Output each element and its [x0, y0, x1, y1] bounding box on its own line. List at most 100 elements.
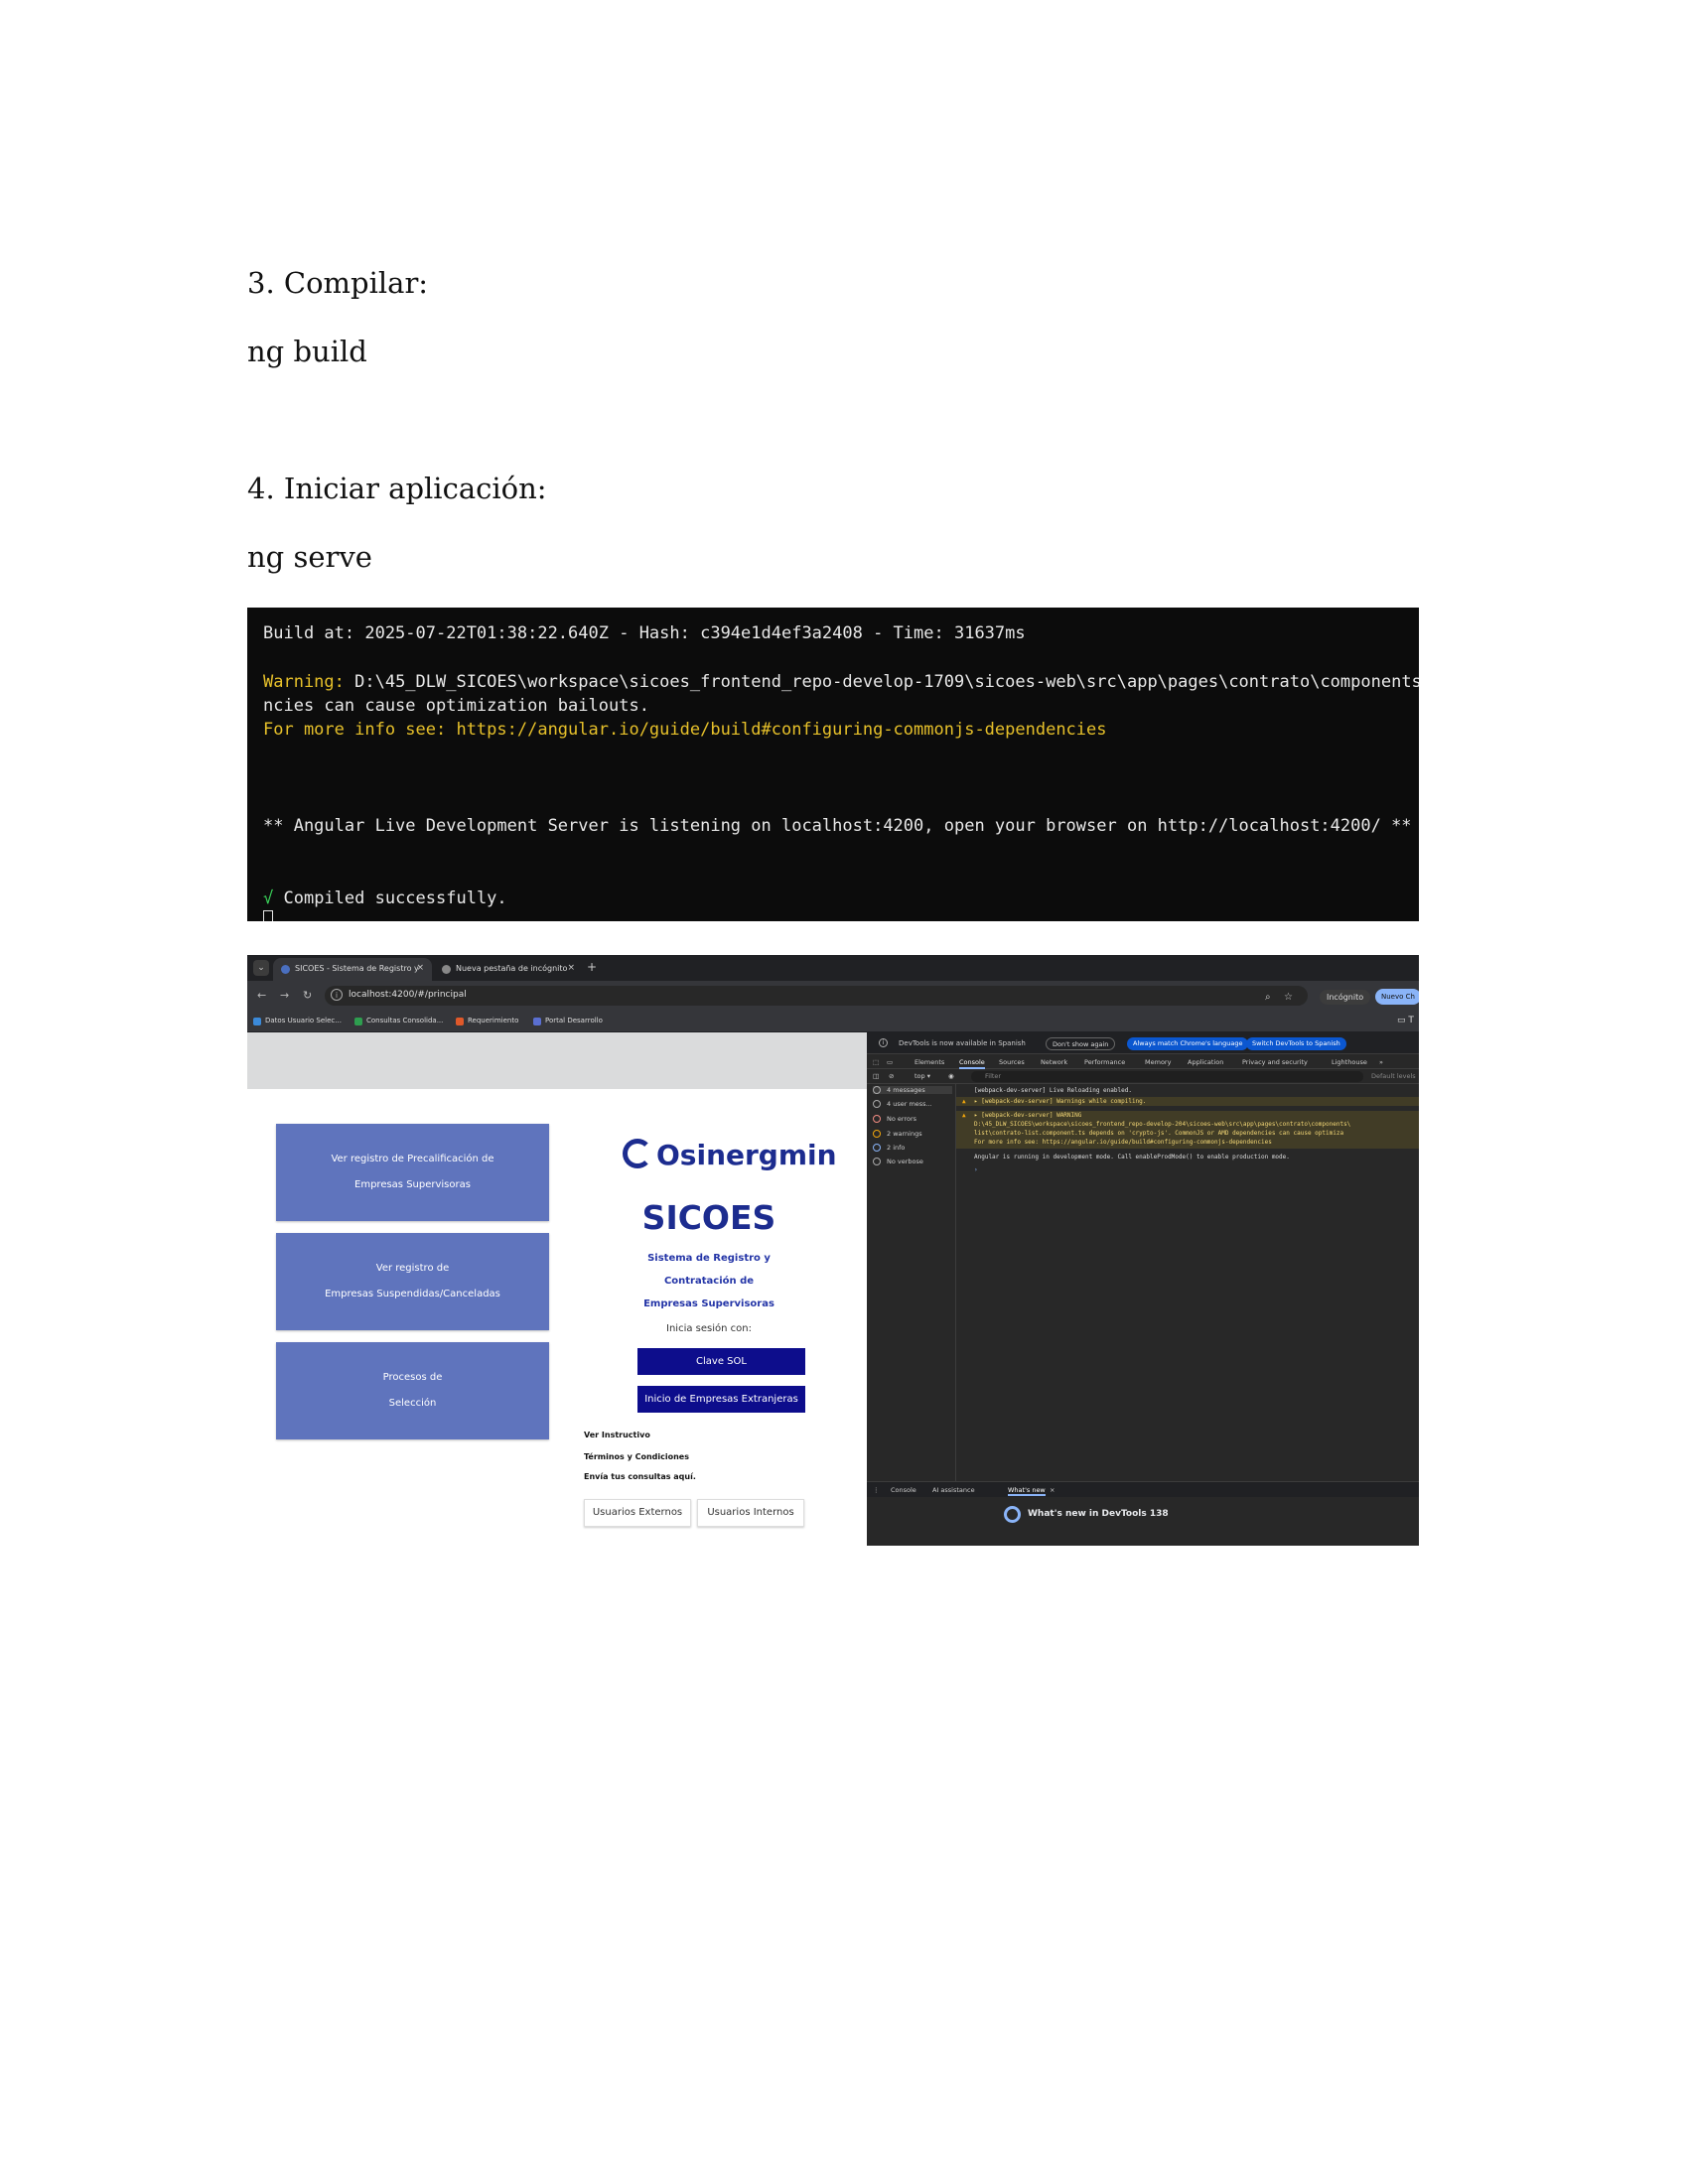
tab-application[interactable]: Application [1188, 1058, 1223, 1066]
card-precalificacion[interactable]: Ver registro de Precalificación de Empre… [276, 1124, 549, 1221]
drawer-tab-console[interactable]: Console [891, 1486, 916, 1494]
star-icon[interactable]: ☆ [1284, 992, 1293, 1003]
console-filter-bar: ◫ ⊘ top ▾ ◉ Filter Default levels [867, 1069, 1419, 1084]
error-icon [873, 1115, 881, 1123]
incognito-badge[interactable]: Incógnito [1320, 990, 1371, 1005]
terms-link[interactable]: Términos y Condiciones [584, 1452, 689, 1461]
warning-label: Warning: [263, 672, 345, 692]
log-warning[interactable]: ▲ ▸ [webpack-dev-server] WARNING D:\45_D… [956, 1111, 1419, 1149]
clave-sol-button[interactable]: Clave SOL [637, 1348, 805, 1375]
bookmark-item[interactable]: Requerimiento [456, 1017, 519, 1025]
browser-toolbar: ← → ↻ i localhost:4200/#/principal ⌕ ☆ I… [247, 981, 1419, 1011]
list-icon [873, 1086, 881, 1094]
warning-line: Warning: D:\45_DLW_SICOES\workspace\sico… [263, 672, 1419, 692]
tab-memory[interactable]: Memory [1145, 1058, 1171, 1066]
sidebar-item-errors[interactable]: No errors [873, 1115, 916, 1123]
bookmark-label: Portal Desarrollo [545, 1017, 603, 1024]
bookmark-label: Consultas Consolida... [366, 1017, 444, 1024]
switch-language-button[interactable]: Switch DevTools to Spanish [1246, 1037, 1346, 1050]
sidebar-item-user-messages[interactable]: 4 user mess... [873, 1100, 932, 1108]
app-subtitle: Sistema de Registro y Contratación de Em… [615, 1247, 803, 1315]
bookmark-label: Datos Usuario Selec... [265, 1017, 342, 1024]
card-suspendidas[interactable]: Ver registro de Empresas Suspendidas/Can… [276, 1233, 549, 1330]
console-prompt[interactable]: › [956, 1165, 1419, 1174]
filter-input[interactable]: Filter [971, 1071, 1363, 1082]
sidebar-item-warnings[interactable]: 2 warnings [873, 1130, 922, 1138]
tab-privacy[interactable]: Privacy and security [1242, 1058, 1308, 1066]
tab-search-icon[interactable]: ⌄ [253, 960, 269, 976]
reload-icon[interactable]: ↻ [303, 989, 312, 1002]
tab-sources[interactable]: Sources [999, 1058, 1025, 1066]
close-icon[interactable]: × [567, 963, 575, 973]
login-label: Inicia sesión con: [666, 1323, 752, 1334]
sidebar-label: No verbose [887, 1158, 923, 1165]
logo-text: Osinergmin [656, 1139, 837, 1171]
bookmark-item[interactable]: Datos Usuario Selec... [253, 1017, 342, 1025]
step3-command: ng build [247, 335, 367, 368]
incognito-icon [442, 965, 451, 974]
context-select[interactable]: top ▾ [914, 1072, 930, 1080]
close-icon[interactable]: × [416, 963, 424, 973]
drawer-tab-whats-new[interactable]: What's new [1008, 1486, 1046, 1496]
match-language-button[interactable]: Always match Chrome's language [1127, 1037, 1249, 1050]
close-icon[interactable]: × [1050, 1486, 1055, 1494]
internal-users-button[interactable]: Usuarios Internos [697, 1499, 804, 1527]
new-tab-icon[interactable]: + [587, 960, 597, 974]
tab-sicoes[interactable]: SICOES - Sistema de Registro y × [273, 958, 432, 981]
console-log: [webpack-dev-server] Live Reloading enab… [956, 1084, 1419, 1481]
dont-show-button[interactable]: Don't show again [1046, 1037, 1116, 1050]
tab-incognito[interactable]: Nueva pestaña de incógnito × [434, 958, 583, 981]
site-info-icon[interactable]: i [331, 989, 343, 1001]
inspect-icon[interactable]: ⬚ [873, 1058, 879, 1066]
tab-label: Nueva pestaña de incógnito [456, 964, 568, 973]
bookmark-icon [456, 1018, 464, 1025]
zoom-icon[interactable]: ⌕ [1265, 992, 1271, 1003]
log-link[interactable]: For more info see: https://angular.io/gu… [974, 1138, 1419, 1147]
tab-lighthouse[interactable]: Lighthouse [1332, 1058, 1367, 1066]
folder-icon[interactable]: ▭ T [1397, 1016, 1414, 1025]
instructivo-link[interactable]: Ver Instructivo [584, 1431, 650, 1439]
drawer-tab-ai[interactable]: AI assistance [932, 1486, 975, 1494]
subtitle-line: Sistema de Registro y Contratación de [647, 1253, 771, 1287]
levels-select[interactable]: Default levels [1371, 1072, 1416, 1080]
page-header-band [247, 1032, 867, 1089]
whats-new-title: What's new in DevTools 138 [1028, 1509, 1169, 1519]
tab-console[interactable]: Console [959, 1058, 985, 1069]
back-icon[interactable]: ← [257, 989, 266, 1002]
forward-icon[interactable]: → [280, 989, 289, 1002]
logo-icon [623, 1139, 652, 1168]
clear-console-icon[interactable]: ⊘ [889, 1072, 894, 1080]
step4-heading: 4. Iniciar aplicación: [247, 472, 547, 505]
external-users-button[interactable]: Usuarios Externos [584, 1499, 691, 1527]
bookmark-item[interactable]: Portal Desarrollo [533, 1017, 603, 1025]
eye-icon[interactable]: ◉ [948, 1072, 954, 1080]
card-line: Empresas Supervisoras [354, 1179, 471, 1190]
bookmark-label: Requerimiento [468, 1017, 519, 1024]
card-line: Empresas Suspendidas/Canceladas [325, 1289, 500, 1299]
warning-icon [873, 1130, 881, 1138]
drawer-menu-icon[interactable]: ⋮ [873, 1486, 880, 1494]
tab-performance[interactable]: Performance [1084, 1058, 1125, 1066]
browser-screenshot: ⌄ SICOES - Sistema de Registro y × Nueva… [247, 955, 1419, 1546]
consultas-link[interactable]: Envía tus consultas aquí. [584, 1472, 696, 1481]
address-bar[interactable]: i localhost:4200/#/principal [325, 986, 1308, 1006]
sidebar-item-messages[interactable]: 4 messages [873, 1086, 952, 1094]
favicon-icon [281, 965, 290, 974]
bookmark-item[interactable]: Consultas Consolida... [354, 1017, 444, 1025]
info-icon [873, 1144, 881, 1152]
tab-network[interactable]: Network [1041, 1058, 1067, 1066]
server-line: ** Angular Live Development Server is li… [263, 816, 1412, 836]
card-line: Selección [388, 1398, 437, 1409]
card-procesos[interactable]: Procesos de Selección [276, 1342, 549, 1439]
new-chrome-button[interactable]: Nuevo Ch [1375, 989, 1419, 1005]
sidebar-toggle-icon[interactable]: ◫ [873, 1072, 879, 1080]
device-icon[interactable]: ▭ [887, 1058, 893, 1066]
log-line: Angular is running in development mode. … [974, 1154, 1290, 1160]
foreign-companies-button[interactable]: Inicio de Empresas Extranjeras [637, 1386, 805, 1413]
log-warning[interactable]: ▲ ▸ [webpack-dev-server] Warnings while c… [956, 1097, 1419, 1106]
sidebar-item-info[interactable]: 2 info [873, 1144, 905, 1152]
more-tabs-icon[interactable]: » [1379, 1058, 1383, 1066]
tab-elements[interactable]: Elements [914, 1058, 944, 1066]
sidebar-item-verbose[interactable]: No verbose [873, 1158, 923, 1165]
tab-strip: ⌄ SICOES - Sistema de Registro y × Nueva… [247, 955, 1419, 981]
